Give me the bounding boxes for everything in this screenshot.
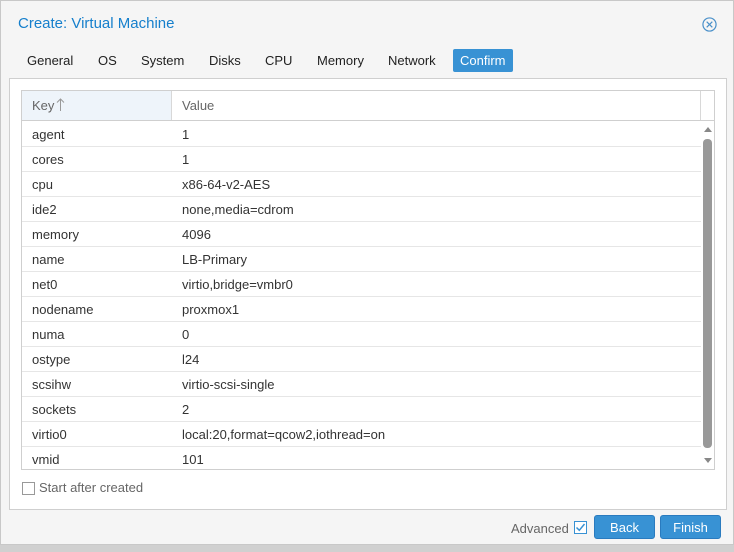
row-value: none,media=cdrom [182,202,294,217]
row-value: 2 [182,402,190,417]
dialog-title: Create: Virtual Machine [18,15,175,32]
row-value: virtio-scsi-single [182,377,275,392]
title-bar: Create: Virtual Machine [1,1,733,41]
advanced-label: Advanced [511,521,569,536]
table-row[interactable]: agent 1 [22,122,701,147]
row-key: cpu [32,177,53,192]
row-key: vmid [32,452,60,467]
tab-network[interactable]: Network [381,49,443,72]
table-row[interactable]: numa 0 [22,322,701,347]
wizard-tabs: General OS System Disks CPU Memory Netwo… [10,49,726,73]
tab-general[interactable]: General [20,49,80,72]
row-key: agent [32,127,65,142]
sort-ascending-icon [57,98,65,111]
column-header-key[interactable]: Key [22,91,172,120]
grid-header: Key Value [22,91,714,121]
row-value: 1 [182,152,190,167]
close-icon[interactable] [702,17,717,32]
row-value: virtio,bridge=vmbr0 [182,277,293,292]
row-key: cores [32,152,64,167]
row-key: nodename [32,302,94,317]
row-key: name [32,252,65,267]
row-value: l24 [182,352,200,367]
dialog-footer: Advanced Back Finish [1,510,733,545]
scroll-up-arrow-icon[interactable] [704,127,712,132]
start-after-created-label: Start after created [39,480,144,495]
row-key: net0 [32,277,58,292]
column-header-value[interactable]: Value [172,91,701,120]
create-vm-dialog: Create: Virtual Machine General OS Syste… [0,0,734,545]
table-row[interactable]: ide2 none,media=cdrom [22,197,701,222]
grid-rows: agent 1 cores 1 cpu x86-64-v2-AES ide2 none,… [22,122,701,469]
advanced-checkbox[interactable] [574,521,587,534]
column-header-key-label: Key [32,98,55,113]
tab-os[interactable]: OS [91,49,124,72]
row-value: LB-Primary [182,252,248,267]
row-value: 0 [182,327,190,342]
row-key: memory [32,227,79,242]
table-row[interactable]: vmid 101 [22,447,701,469]
table-row[interactable]: ostype l24 [22,347,701,372]
row-value: proxmox1 [182,302,240,317]
start-after-created-checkbox[interactable] [22,482,35,495]
row-key: ostype [32,352,71,367]
column-header-value-label: Value [182,98,215,113]
row-key: ide2 [32,202,57,217]
table-row[interactable]: nodename proxmox1 [22,297,701,322]
table-row[interactable]: sockets 2 [22,397,701,422]
summary-grid: Key Value agent 1 cores 1 cpu x86-64-v2-AES… [21,90,715,470]
tab-system[interactable]: System [134,49,191,72]
table-row[interactable]: name LB-Primary [22,247,701,272]
row-value: 1 [182,127,190,142]
scroll-down-arrow-icon[interactable] [704,458,712,463]
table-row[interactable]: scsihw virtio-scsi-single [22,372,701,397]
table-row[interactable]: virtio0 local:20,format=qcow2,iothread=on [22,422,701,447]
tab-disks[interactable]: Disks [202,49,248,72]
row-key: numa [32,327,65,342]
table-row[interactable]: cores 1 [22,147,701,172]
table-row[interactable]: net0 virtio,bridge=vmbr0 [22,272,701,297]
tab-cpu[interactable]: CPU [258,49,299,72]
row-value: 101 [182,452,204,467]
table-row[interactable]: memory 4096 [22,222,701,247]
scrollbar-thumb[interactable] [703,139,712,448]
finish-button[interactable]: Finish [660,515,721,539]
row-key: sockets [32,402,77,417]
confirm-panel: Key Value agent 1 cores 1 cpu x86-64-v2-AES… [9,78,727,510]
back-button[interactable]: Back [594,515,655,539]
row-key: scsihw [32,377,72,392]
row-key: virtio0 [32,427,67,442]
grid-scrollbar[interactable] [701,122,714,469]
tab-confirm[interactable]: Confirm [453,49,513,72]
table-row[interactable]: cpu x86-64-v2-AES [22,172,701,197]
row-value: local:20,format=qcow2,iothread=on [182,427,386,442]
row-value: 4096 [182,227,211,242]
tab-memory[interactable]: Memory [310,49,371,72]
row-value: x86-64-v2-AES [182,177,271,192]
